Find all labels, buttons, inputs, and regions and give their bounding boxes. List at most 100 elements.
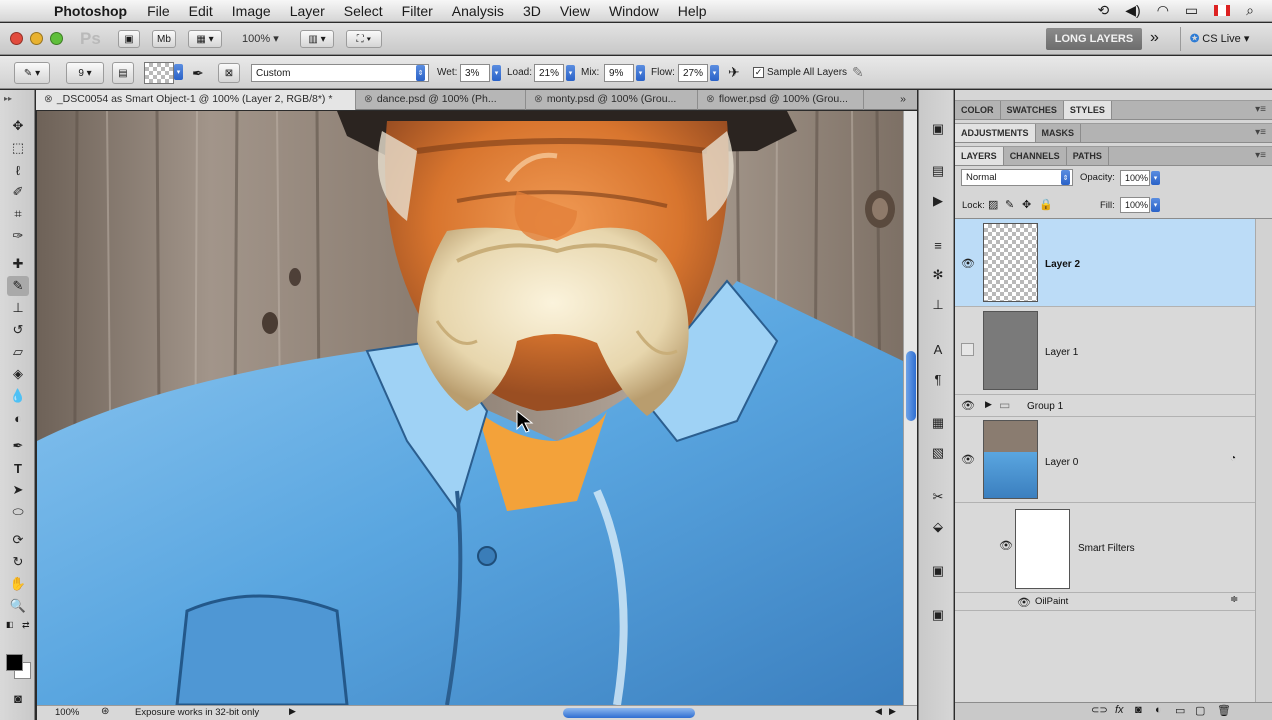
spotlight-icon[interactable]: ⌕ bbox=[1246, 2, 1254, 19]
type-tool-icon[interactable]: T bbox=[7, 458, 29, 478]
wet-input[interactable]: 3% bbox=[460, 64, 490, 82]
load-brush-icon[interactable]: ✒ bbox=[192, 65, 204, 82]
lasso-tool-icon[interactable]: ℓ bbox=[7, 160, 29, 180]
brush-load-dropdown[interactable]: ▾ bbox=[174, 64, 183, 80]
shape-tool-icon[interactable]: ⬭ bbox=[7, 502, 29, 522]
arrange-documents-button[interactable]: ▥ ▾ bbox=[300, 30, 334, 48]
eraser-tool-icon[interactable]: ▱ bbox=[7, 342, 29, 362]
quick-select-tool-icon[interactable]: ✐ bbox=[7, 182, 29, 202]
zoom-level-dropdown[interactable]: 100% ▾ bbox=[242, 32, 279, 45]
filter-blending-options-icon[interactable]: ≑ bbox=[1230, 594, 1238, 605]
current-brush-load-swatch[interactable] bbox=[144, 62, 174, 84]
launch-bridge-button[interactable]: ▣ bbox=[118, 30, 140, 48]
airbrush-icon[interactable]: ✈ bbox=[728, 64, 740, 81]
visibility-eye-icon[interactable]: 👁 bbox=[961, 399, 975, 412]
tool-presets-panel-icon[interactable]: ✂ bbox=[928, 488, 948, 506]
tab-swatches[interactable]: SWATCHES bbox=[1001, 101, 1064, 119]
adjustment-layer-icon[interactable]: ◐ bbox=[1155, 704, 1162, 716]
tool-preset-picker[interactable]: ✎ ▾ bbox=[14, 62, 50, 84]
smart-filter-badge-icon[interactable]: ◔ bbox=[1230, 453, 1236, 464]
opacity-dropdown-icon[interactable]: ▾ bbox=[1151, 171, 1160, 185]
close-tab-icon[interactable]: ⊗ bbox=[534, 93, 543, 105]
actions-panel-icon[interactable]: ▶ bbox=[928, 192, 948, 210]
hand-tool-icon[interactable]: ✋ bbox=[7, 574, 29, 594]
info-panel-icon[interactable]: ▦ bbox=[928, 414, 948, 432]
close-tab-icon[interactable]: ⊗ bbox=[44, 93, 53, 105]
3d-rotate-tool-icon[interactable]: ⟳ bbox=[7, 530, 29, 550]
menu-analysis[interactable]: Analysis bbox=[452, 3, 504, 19]
canvas-vertical-scrollbar[interactable] bbox=[903, 111, 917, 705]
layer-row-group-1[interactable]: 👁 ▶ ▭ Group 1 bbox=[955, 395, 1255, 417]
dodge-tool-icon[interactable]: ◐ bbox=[7, 408, 29, 428]
layer-row-layer-1[interactable]: Layer 1 bbox=[955, 307, 1255, 395]
histogram-panel-icon[interactable]: ▧ bbox=[928, 444, 948, 462]
panel-menu-icon[interactable]: ▾≡ bbox=[1255, 127, 1266, 138]
layer-row-oilpaint[interactable]: 👁 OilPaint ≑ bbox=[955, 593, 1255, 611]
notes-panel-icon[interactable]: ▣ bbox=[928, 606, 948, 624]
expand-group-icon[interactable]: ▶ bbox=[985, 399, 992, 410]
menu-file[interactable]: File bbox=[147, 3, 170, 19]
tab-adjustments[interactable]: ADJUSTMENTS bbox=[955, 124, 1036, 142]
paragraph-panel-icon[interactable]: ¶ bbox=[928, 370, 948, 388]
clone-stamp-tool-icon[interactable]: ⊥ bbox=[7, 298, 29, 318]
mini-bridge-panel-icon[interactable]: ▣ bbox=[928, 120, 948, 138]
menu-filter[interactable]: Filter bbox=[402, 3, 433, 19]
visibility-eye-icon[interactable]: 👁 bbox=[999, 539, 1013, 552]
blend-preset-select[interactable]: Custom bbox=[251, 64, 429, 82]
default-colors-icon[interactable]: ◧ bbox=[6, 620, 14, 629]
close-window-button[interactable] bbox=[10, 32, 23, 45]
menu-help[interactable]: Help bbox=[678, 3, 707, 19]
fill-dropdown-icon[interactable]: ▾ bbox=[1151, 198, 1160, 212]
opacity-input[interactable]: 100% bbox=[1120, 170, 1150, 186]
marquee-tool-icon[interactable]: ⬚ bbox=[7, 138, 29, 158]
close-tab-icon[interactable]: ⊗ bbox=[706, 93, 715, 105]
lock-image-icon[interactable]: ✎ bbox=[1005, 198, 1014, 211]
flow-input[interactable]: 27% bbox=[678, 64, 708, 82]
blur-tool-icon[interactable]: 💧 bbox=[7, 386, 29, 406]
layer-style-icon[interactable]: fx bbox=[1115, 704, 1124, 716]
workspace-switcher[interactable]: LONG LAYERS bbox=[1046, 28, 1142, 50]
mixer-brush-tool-icon[interactable]: ✎ bbox=[7, 276, 29, 296]
pressure-size-icon[interactable]: ✎ bbox=[852, 64, 864, 81]
screen-mode-button[interactable]: ⛶ ▾ bbox=[346, 30, 382, 48]
time-machine-icon[interactable]: ⟲ bbox=[1098, 2, 1110, 19]
paint-bucket-tool-icon[interactable]: ◈ bbox=[7, 364, 29, 384]
scrollbar-thumb[interactable] bbox=[906, 351, 916, 421]
zoom-tool-icon[interactable]: 🔍 bbox=[7, 596, 29, 616]
delete-layer-icon[interactable]: 🗑 bbox=[1217, 704, 1231, 717]
tab-color[interactable]: COLOR bbox=[955, 101, 1001, 119]
panel-menu-icon[interactable]: ▾≡ bbox=[1255, 104, 1266, 115]
panel-menu-icon[interactable]: ▾≡ bbox=[1255, 150, 1266, 161]
tab-dsc0054[interactable]: ⊗ _DSC0054 as Smart Object-1 @ 100% (Laye… bbox=[36, 90, 356, 110]
quick-mask-icon[interactable]: ◙ bbox=[7, 688, 29, 708]
menu-edit[interactable]: Edit bbox=[189, 3, 213, 19]
clean-brush-icon[interactable]: ⊠ bbox=[218, 63, 240, 83]
swap-colors-icon[interactable]: ⇄ bbox=[22, 620, 30, 631]
brush-panel-toggle[interactable]: ▤ bbox=[112, 62, 134, 84]
path-select-tool-icon[interactable]: ➤ bbox=[7, 480, 29, 500]
status-zoom[interactable]: 100% bbox=[55, 707, 79, 718]
tab-masks[interactable]: MASKS bbox=[1036, 124, 1082, 142]
tab-dance[interactable]: ⊗ dance.psd @ 100% (Ph... bbox=[356, 90, 526, 110]
animation-panel-icon[interactable]: ▣ bbox=[928, 562, 948, 580]
new-group-icon[interactable]: ▭ bbox=[1175, 704, 1185, 717]
scroll-right-icon[interactable]: ▶ bbox=[889, 706, 896, 717]
visibility-eye-icon[interactable]: 👁 bbox=[961, 453, 975, 466]
document-canvas[interactable] bbox=[37, 111, 903, 705]
3d-orbit-tool-icon[interactable]: ↻ bbox=[7, 552, 29, 572]
sample-all-layers-checkbox[interactable]: ✓ bbox=[753, 67, 764, 78]
tab-channels[interactable]: CHANNELS bbox=[1004, 147, 1067, 165]
visibility-toggle-off[interactable] bbox=[961, 343, 974, 356]
more-tabs-icon[interactable]: » bbox=[864, 90, 914, 110]
layers-scrollbar[interactable] bbox=[1255, 219, 1272, 703]
layer-row-layer-0[interactable]: 👁 Layer 0 ◔ bbox=[955, 417, 1255, 503]
load-dropdown-icon[interactable]: ▾ bbox=[566, 65, 575, 81]
status-info-icon[interactable]: ⊛ bbox=[101, 706, 109, 717]
eyedropper-tool-icon[interactable]: ✑ bbox=[7, 226, 29, 246]
menu-select[interactable]: Select bbox=[344, 3, 383, 19]
close-tab-icon[interactable]: ⊗ bbox=[364, 93, 373, 105]
menu-view[interactable]: View bbox=[560, 3, 590, 19]
brush-preset-picker[interactable]: 9 ▾ bbox=[66, 62, 104, 84]
brush-panel-icon[interactable]: ✻ bbox=[928, 266, 948, 284]
menu-layer[interactable]: Layer bbox=[290, 3, 325, 19]
